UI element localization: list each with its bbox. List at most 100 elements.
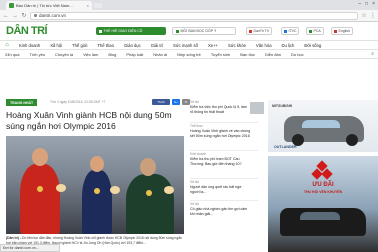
old-layout-button[interactable]: THỂ HIỆ GIAO DIỆN CŨ xyxy=(96,27,166,35)
advertisement-bottom[interactable]: ƯU ĐÃI THU HỘI VÉN KHUYẾN xyxy=(268,156,378,252)
header-link-pca[interactable]: PCA xyxy=(306,27,324,35)
tab-close-icon[interactable]: × xyxy=(87,3,89,8)
athlete-center xyxy=(82,170,112,234)
search-icon[interactable]: ⌕ xyxy=(371,51,374,57)
side-news-item[interactable]: Xã hội Kiểm tra việc thu phí Quốc lộ 5, … xyxy=(190,100,264,114)
athlete-center-head xyxy=(90,156,104,172)
new-tab-button[interactable] xyxy=(94,3,102,8)
nav-item-giai-tri[interactable]: Giải trí xyxy=(146,43,168,48)
back-icon[interactable]: ← xyxy=(3,13,9,19)
minimize-icon[interactable]: – xyxy=(358,1,361,7)
side-news-thumbnail[interactable] xyxy=(250,102,264,114)
nav-item-kinh-doanh[interactable]: Kinh doanh xyxy=(14,43,45,48)
nav-item-du-lich[interactable]: Du lịch xyxy=(277,43,300,48)
athlete-left-head xyxy=(32,148,48,166)
article-meta: Thứ 4 ngày 10/8/2016, 22:08 GMT +7 xyxy=(50,100,106,104)
flowers-icon xyxy=(56,184,66,192)
browser-status-bar: Đợi for dantri.com.vn... xyxy=(0,244,60,252)
nav2-item-viec-lam[interactable]: Việc làm xyxy=(78,52,103,57)
side-news-item[interactable]: Xã hội Người dân ùng quét rác bất ngờ ng… xyxy=(190,180,252,194)
side-news-item[interactable]: Xã hội Cô giáo nhà nghèo gân tìm gợi cảm… xyxy=(190,202,252,216)
side-news-category: Thể thao xyxy=(190,124,203,128)
flowers-icon xyxy=(164,186,174,194)
nav2-item-24h[interactable]: 24h qua xyxy=(0,52,24,57)
header-link-english[interactable]: English xyxy=(331,27,353,35)
medal-icon xyxy=(146,190,152,196)
close-window-icon[interactable]: × xyxy=(372,1,375,7)
nav-item-suc-manh-so[interactable]: Sức mạnh số xyxy=(168,43,203,48)
favicon-icon xyxy=(9,3,14,8)
advertisement-top[interactable]: MITSUBISHI OUTLANDER xyxy=(268,100,378,152)
browser-tab[interactable]: Báo Dân trí | Tin tức Việt Nam... × xyxy=(6,1,92,10)
side-news-title[interactable]: Kiểm tra thu phí trạm BOT Cầu Thương: Ba… xyxy=(190,157,252,166)
article-headline[interactable]: Hoàng Xuân Vinh giành HCB nội dung 50m s… xyxy=(6,110,186,132)
nav2-item-blog[interactable]: Blog xyxy=(103,52,121,57)
nav2-item-ban-doc[interactable]: Bạn đọc xyxy=(235,52,260,57)
home-icon[interactable]: ⌂ xyxy=(0,40,14,50)
tab-title: Báo Dân trí | Tin tức Việt Nam... xyxy=(16,3,73,8)
ad-subtitle: THU HỘI VÉN KHUYẾN xyxy=(303,190,343,194)
site-header: DÂN TRÍ THỂ HIỆ GIAO DIỆN CŨ MỜI BẠN ĐỌC… xyxy=(0,23,378,40)
side-news-title[interactable]: Hoàng Xuân Vinh giành vé vào chung kết 5… xyxy=(190,129,252,138)
header-link-dantri-tv[interactable]: DanTri TV xyxy=(246,27,273,35)
ad-brand: MITSUBISHI xyxy=(272,104,293,108)
side-news-category: Kinh doanh xyxy=(190,152,207,156)
section-tag[interactable]: TRANG NHẤT xyxy=(6,99,38,106)
bookmark-star-icon[interactable]: ☆ xyxy=(361,12,367,19)
browser-menu-icon[interactable]: ⋮ xyxy=(370,12,376,19)
itvc-icon xyxy=(284,29,287,33)
athlete-left xyxy=(20,164,60,234)
side-news-item[interactable]: Thể thao Hoàng Xuân Vinh giành vé vào ch… xyxy=(190,124,252,138)
primary-nav: ⌂ Kinh doanh Xã hội Thế giới Thể thao Gi… xyxy=(0,40,378,50)
side-news-title[interactable]: Cô giáo nhà nghèo gân tìm gợi cảm khi nh… xyxy=(190,207,252,216)
nav-item-xe[interactable]: Xe++ xyxy=(203,43,223,48)
pca-icon xyxy=(309,29,312,33)
nav2-item-tuyen-sinh[interactable]: Tuyển sinh xyxy=(206,52,235,57)
athlete-right-head xyxy=(140,158,156,176)
article-photo[interactable] xyxy=(6,136,184,234)
nav-item-giao-duc[interactable]: Giáo dục xyxy=(119,43,146,48)
side-news-category: Xã hội xyxy=(190,100,200,104)
side-news-title[interactable]: Kiểm tra việc thu phí Quốc lộ 5, làm rõ … xyxy=(190,105,250,114)
athlete-right xyxy=(126,174,174,234)
car-image xyxy=(280,208,366,236)
nav2-item-phap-luat[interactable]: Pháp luật xyxy=(121,52,148,57)
medal-icon xyxy=(94,188,100,194)
forward-icon[interactable]: → xyxy=(12,13,18,19)
site-logo[interactable]: DÂN TRÍ xyxy=(6,25,48,37)
blank-banner-area xyxy=(0,60,378,96)
facebook-like-button[interactable]: Thích xyxy=(152,99,170,105)
nav2-item-tinh-yeu[interactable]: Tình yêu xyxy=(24,52,50,57)
url-text: dantri.com.vn xyxy=(39,13,67,18)
nav-item-xa-hoi[interactable]: Xã hội xyxy=(45,43,67,48)
nav2-item-du-hoc[interactable]: Du học xyxy=(286,52,309,57)
browser-toolbar: ← → ↻ dantri.com.vn ☆ ⋮ xyxy=(0,10,378,22)
reload-icon[interactable]: ↻ xyxy=(21,12,27,19)
tv-icon xyxy=(249,29,252,33)
medal-icon xyxy=(37,186,43,192)
side-news-category: Xã hội xyxy=(190,202,200,206)
layout-icon xyxy=(99,29,102,33)
divider xyxy=(190,150,258,151)
wheel-icon xyxy=(346,134,358,146)
maximize-icon[interactable]: □ xyxy=(365,1,368,7)
email-share-button[interactable]: ✉ xyxy=(182,99,190,105)
ad-title: ƯU ĐÃI xyxy=(312,182,334,188)
feedback-button[interactable]: MỜI BẠN ĐỌC GÓP Ý xyxy=(172,27,236,35)
nav-item-doi-song[interactable]: Đời sống xyxy=(299,43,326,48)
divider xyxy=(190,122,258,123)
nav2-item-nhip-song-tre[interactable]: Nhịp sống trẻ xyxy=(172,52,206,57)
nav2-item-chuyen-la[interactable]: Chuyện lạ xyxy=(50,52,78,57)
page-info-icon[interactable] xyxy=(34,14,37,17)
nav2-item-nhan-ai[interactable]: Nhân ái xyxy=(148,52,172,57)
address-bar[interactable]: dantri.com.vn xyxy=(30,11,358,20)
google-plus-button[interactable]: G+ xyxy=(172,99,180,105)
header-link-itvc[interactable]: ITVC xyxy=(281,27,300,35)
nav-item-suc-khoe[interactable]: Sức khỏe xyxy=(223,43,251,48)
nav-item-the-gioi[interactable]: Thế giới xyxy=(67,43,92,48)
side-news-title[interactable]: Người dân ùng quét rác bất ngờ người lạ.… xyxy=(190,185,252,194)
nav-item-van-hoa[interactable]: Văn hóa xyxy=(251,43,277,48)
side-news-item[interactable]: Kinh doanh Kiểm tra thu phí trạm BOT Cầu… xyxy=(190,152,252,166)
nav-item-the-thao[interactable]: Thể thao xyxy=(92,43,119,48)
nav2-item-dien-dan[interactable]: Diễn đàn xyxy=(260,52,286,57)
